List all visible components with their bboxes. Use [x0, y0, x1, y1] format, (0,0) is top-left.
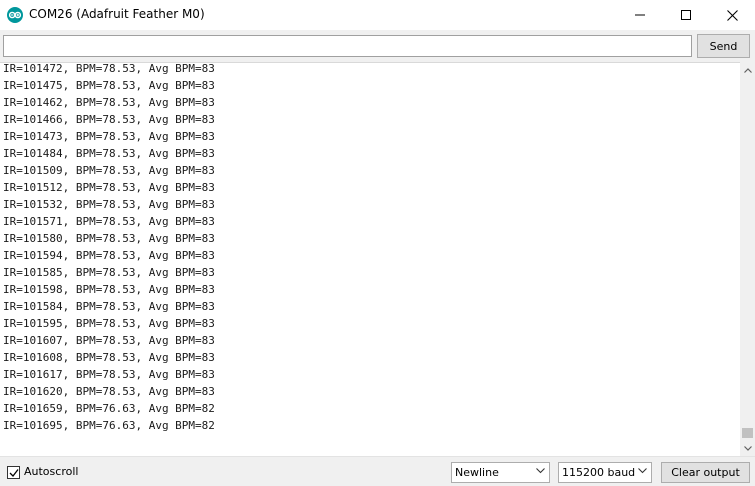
baud-rate-value: 115200 baud [562, 466, 636, 479]
output-line: IR=101620, BPM=78.53, Avg BPM=83 [3, 385, 215, 398]
clear-output-button[interactable]: Clear output [661, 462, 750, 483]
close-icon [726, 9, 738, 21]
output-line: IR=101598, BPM=78.53, Avg BPM=83 [3, 283, 215, 296]
chevron-down-icon [638, 468, 647, 474]
output-line: IR=101475, BPM=78.53, Avg BPM=83 [3, 79, 215, 92]
output-line: IR=101509, BPM=78.53, Avg BPM=83 [3, 164, 215, 177]
scroll-up-button[interactable] [740, 62, 755, 78]
output-line: IR=101580, BPM=78.53, Avg BPM=83 [3, 232, 215, 245]
output-line: IR=101695, BPM=76.63, Avg BPM=82 [3, 419, 215, 432]
vertical-scrollbar[interactable] [740, 62, 755, 456]
output-line: IR=101466, BPM=78.53, Avg BPM=83 [3, 113, 215, 126]
output-line: IR=101617, BPM=78.53, Avg BPM=83 [3, 368, 215, 381]
close-button[interactable] [709, 0, 755, 30]
output-line: IR=101594, BPM=78.53, Avg BPM=83 [3, 249, 215, 262]
checkmark-icon [9, 468, 19, 477]
serial-monitor-window: COM26 (Adafruit Feather M0) Send IR=1014… [0, 0, 755, 486]
autoscroll-checkbox[interactable] [7, 466, 20, 479]
maximize-icon [681, 10, 691, 20]
send-input[interactable] [3, 35, 692, 57]
line-ending-select[interactable]: Newline [451, 462, 550, 483]
output-line: IR=101571, BPM=78.53, Avg BPM=83 [3, 215, 215, 228]
scroll-down-button[interactable] [740, 440, 755, 456]
output-line: IR=101512, BPM=78.53, Avg BPM=83 [3, 181, 215, 194]
autoscroll-label[interactable]: Autoscroll [24, 465, 78, 478]
output-line: IR=101532, BPM=78.53, Avg BPM=83 [3, 198, 215, 211]
output-line: IR=101595, BPM=78.53, Avg BPM=83 [3, 317, 215, 330]
output-line: IR=101473, BPM=78.53, Avg BPM=83 [3, 130, 215, 143]
send-row: Send [0, 30, 755, 62]
serial-output[interactable]: IR=101472, BPM=78.53, Avg BPM=83 IR=10147… [0, 62, 740, 456]
chevron-down-icon [743, 445, 752, 451]
output-lines: IR=101472, BPM=78.53, Avg BPM=83 IR=10147… [3, 62, 215, 434]
window-title: COM26 (Adafruit Feather M0) [29, 7, 205, 21]
output-line: IR=101462, BPM=78.53, Avg BPM=83 [3, 96, 215, 109]
send-button[interactable]: Send [697, 34, 750, 58]
minimize-button[interactable] [617, 0, 663, 30]
scroll-thumb[interactable] [742, 428, 753, 438]
chevron-up-icon [743, 67, 752, 73]
output-line: IR=101584, BPM=78.53, Avg BPM=83 [3, 300, 215, 313]
title-bar: COM26 (Adafruit Feather M0) [0, 0, 755, 30]
maximize-button[interactable] [663, 0, 709, 30]
baud-rate-select[interactable]: 115200 baud [558, 462, 652, 483]
output-line: IR=101585, BPM=78.53, Avg BPM=83 [3, 266, 215, 279]
arduino-icon [7, 7, 23, 23]
bottom-bar: Autoscroll Newline 115200 baud Clear out… [0, 456, 755, 486]
output-line: IR=101484, BPM=78.53, Avg BPM=83 [3, 147, 215, 160]
output-line: IR=101607, BPM=78.53, Avg BPM=83 [3, 334, 215, 347]
output-line: IR=101608, BPM=78.53, Avg BPM=83 [3, 351, 215, 364]
output-line: IR=101472, BPM=78.53, Avg BPM=83 [3, 62, 215, 75]
line-ending-value: Newline [455, 466, 499, 479]
chevron-down-icon [536, 468, 545, 474]
minimize-icon [635, 14, 645, 16]
output-line: IR=101659, BPM=76.63, Avg BPM=82 [3, 402, 215, 415]
